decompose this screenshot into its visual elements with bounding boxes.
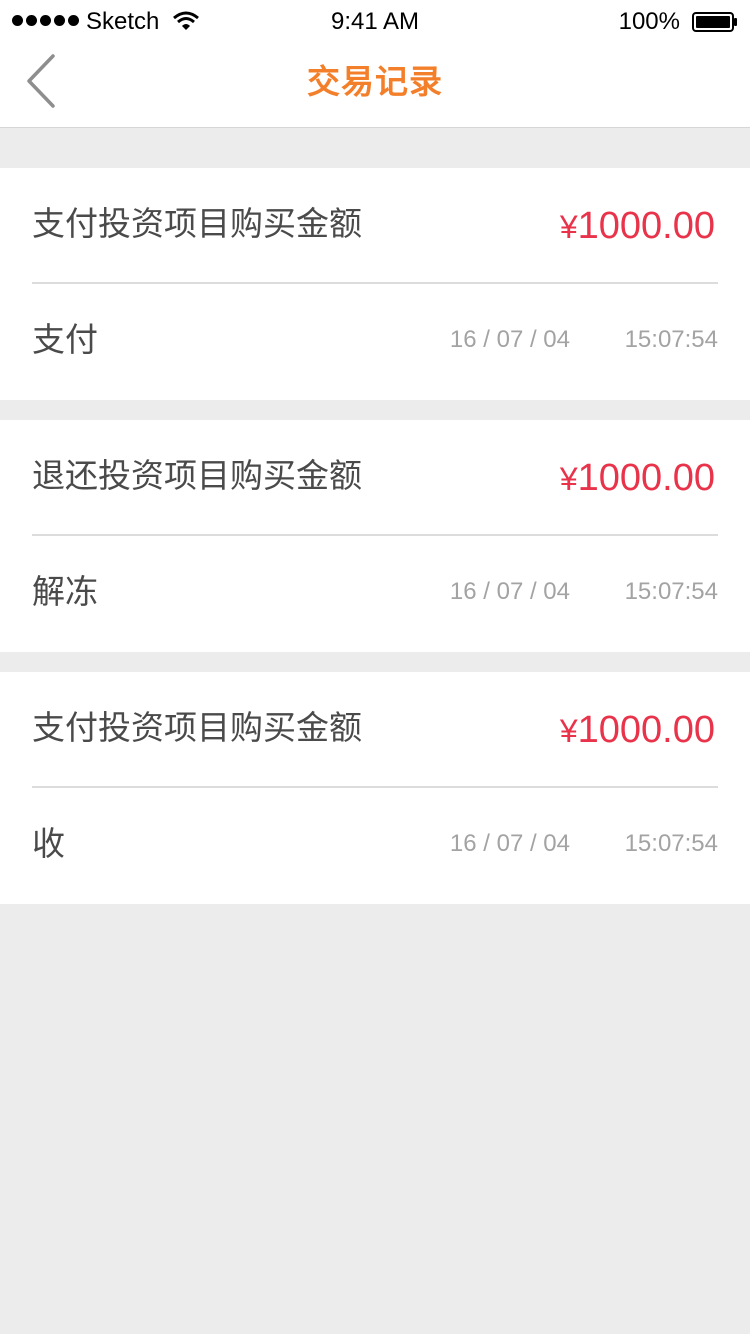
transaction-time: 15:07:54 — [624, 326, 718, 353]
amount-value: 1000.00 — [577, 709, 715, 751]
battery-icon — [692, 11, 738, 32]
currency-symbol: ¥ — [559, 209, 578, 245]
transaction-type: 收 — [32, 824, 65, 863]
transaction-card[interactable]: 支付投资项目购买金额 ¥1000.00 支付 16 / 07 / 04 15:0… — [0, 168, 750, 400]
battery-percentage: 100% — [618, 8, 680, 35]
amount-value: 1000.00 — [577, 205, 715, 247]
transaction-list: 支付投资项目购买金额 ¥1000.00 支付 16 / 07 / 04 15:0… — [0, 168, 750, 924]
status-bar: Sketch 9:41 AM 100% — [0, 0, 750, 40]
transaction-time: 15:07:54 — [624, 830, 718, 857]
transaction-amount: ¥1000.00 — [560, 198, 715, 255]
transaction-summary: 支付投资项目购买金额 ¥1000.00 — [32, 168, 718, 284]
transaction-description: 支付投资项目购买金额 — [32, 708, 362, 747]
transaction-card[interactable]: 支付投资项目购买金额 ¥1000.00 收 16 / 07 / 04 15:07… — [0, 672, 750, 904]
transaction-description: 支付投资项目购买金额 — [32, 204, 362, 243]
currency-symbol: ¥ — [559, 713, 578, 749]
transaction-type: 解冻 — [32, 572, 98, 611]
transaction-card[interactable]: 退还投资项目购买金额 ¥1000.00 解冻 16 / 07 / 04 15:0… — [0, 420, 750, 652]
transaction-time: 15:07:54 — [624, 578, 718, 605]
currency-symbol: ¥ — [559, 461, 578, 497]
transaction-summary: 退还投资项目购买金额 ¥1000.00 — [32, 420, 718, 536]
transaction-amount: ¥1000.00 — [560, 702, 715, 759]
transaction-summary: 支付投资项目购买金额 ¥1000.00 — [32, 672, 718, 788]
page-title: 交易记录 — [307, 62, 443, 101]
transaction-type: 支付 — [32, 320, 98, 359]
transaction-date: 16 / 07 / 04 — [449, 578, 570, 605]
amount-value: 1000.00 — [577, 457, 715, 499]
transaction-date: 16 / 07 / 04 — [449, 326, 570, 353]
transaction-date: 16 / 07 / 04 — [449, 830, 570, 857]
transaction-description: 退还投资项目购买金额 — [32, 456, 362, 495]
transaction-amount: ¥1000.00 — [560, 450, 715, 507]
nav-header: Sketch 9:41 AM 100% 交易记录 — [0, 0, 750, 128]
